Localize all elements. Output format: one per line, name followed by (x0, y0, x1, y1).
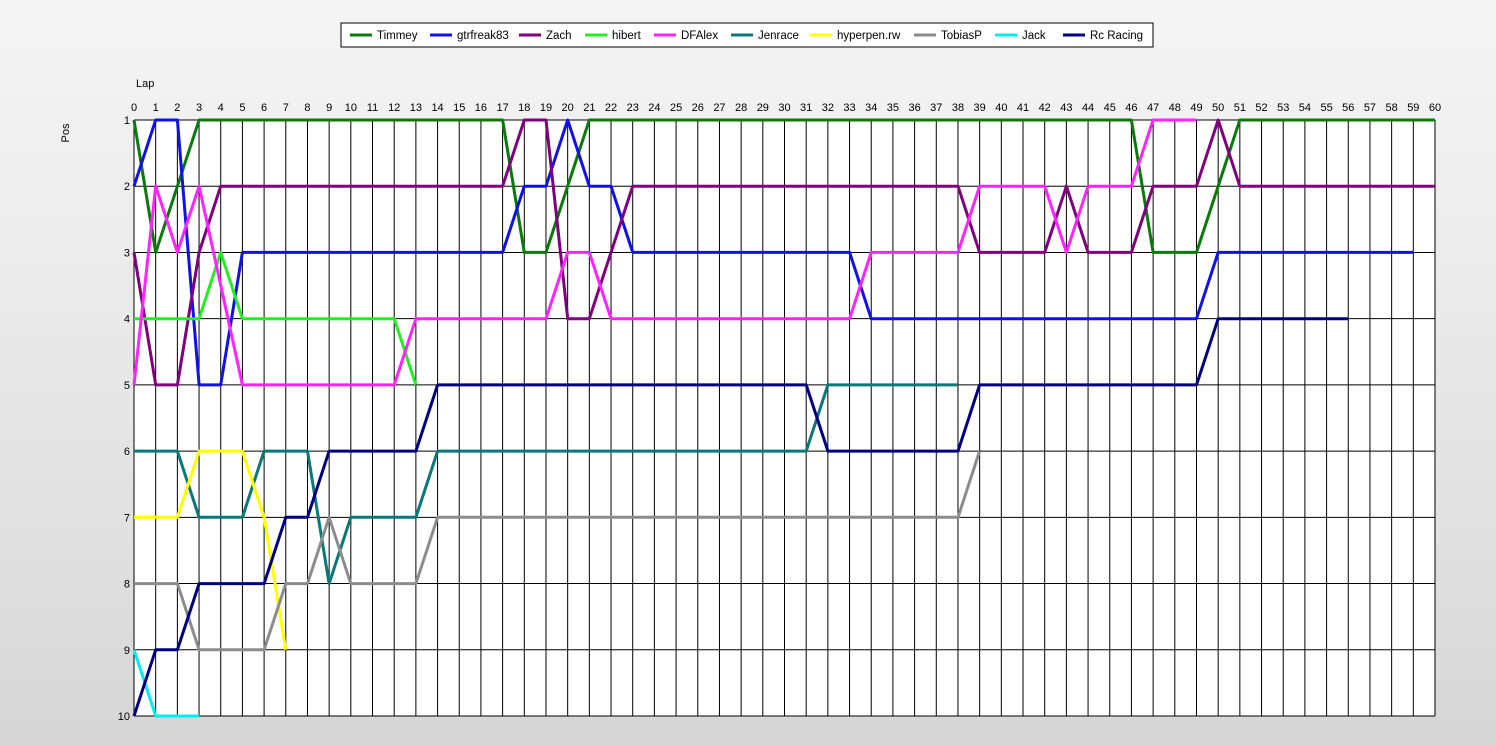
x-tick-label-46: 46 (1125, 102, 1137, 114)
x-tick-label-16: 16 (475, 102, 487, 114)
x-tick-label-52: 52 (1255, 102, 1267, 114)
x-tick-label-1: 1 (153, 102, 159, 114)
legend: Timmey gtrfreak83 Zach hibert DFAlex Jenrace h… (340, 22, 1154, 48)
x-tick-label-29: 29 (757, 102, 769, 114)
legend-label-5: Jenrace (758, 30, 799, 42)
legend-label-3: hibert (612, 30, 642, 42)
x-tick-label-6: 6 (261, 102, 267, 114)
x-tick-label-18: 18 (518, 102, 530, 114)
x-tick-label-38: 38 (952, 102, 964, 114)
x-tick-label-0: 0 (131, 102, 137, 114)
x-tick-label-19: 19 (540, 102, 552, 114)
x-tick-label-2: 2 (174, 102, 180, 114)
x-tick-label-28: 28 (735, 102, 747, 114)
x-tick-label-34: 34 (865, 102, 877, 114)
x-tick-label-5: 5 (239, 102, 245, 114)
x-tick-label-7: 7 (283, 102, 289, 114)
x-tick-label-30: 30 (778, 102, 790, 114)
y-axis-label: Pos (60, 123, 72, 142)
x-tick-label-21: 21 (583, 102, 595, 114)
x-tick-label-23: 23 (627, 102, 639, 114)
legend-label-4: DFAlex (681, 30, 718, 42)
x-tick-label-42: 42 (1039, 102, 1051, 114)
y-tick-label-0: 1 (124, 115, 130, 127)
x-tick-label-50: 50 (1212, 102, 1224, 114)
x-tick-label-24: 24 (648, 102, 660, 114)
x-axis-label: Lap (136, 78, 154, 90)
x-tick-label-57: 57 (1364, 102, 1376, 114)
x-tick-label-53: 53 (1277, 102, 1289, 114)
x-tick-label-37: 37 (930, 102, 942, 114)
x-tick-label-59: 59 (1407, 102, 1419, 114)
x-tick-label-25: 25 (670, 102, 682, 114)
y-tick-label-4: 5 (124, 380, 130, 392)
x-tick-label-20: 20 (562, 102, 574, 114)
x-tick-label-13: 13 (410, 102, 422, 114)
x-tick-label-26: 26 (692, 102, 704, 114)
legend-label-0: Timmey (377, 30, 418, 42)
x-tick-label-49: 49 (1190, 102, 1202, 114)
x-tick-labels: 0 1 2 3 4 5 6 7 8 9 10 11 12 13 14 15 16 17 18 19 20 21 22 23 24… (131, 102, 1441, 114)
legend-label-7: TobiasP (941, 30, 982, 42)
x-tick-label-17: 17 (496, 102, 508, 114)
x-tick-label-51: 51 (1234, 102, 1246, 114)
y-tick-label-5: 6 (124, 446, 130, 458)
legend-label-9: Rc Racing (1090, 30, 1143, 42)
x-tick-label-27: 27 (713, 102, 725, 114)
y-tick-labels: 1 2 3 4 5 6 7 8 9 10 (118, 115, 130, 723)
legend-label-1: gtrfreak83 (457, 30, 509, 42)
x-tick-label-32: 32 (822, 102, 834, 114)
x-tick-label-58: 58 (1386, 102, 1398, 114)
x-tick-label-45: 45 (1104, 102, 1116, 114)
x-tick-label-4: 4 (218, 102, 224, 114)
race-position-chart: 0 1 2 3 4 5 6 7 8 9 10 11 12 13 14 15 16 17 18 19 20 21 22 23 24… (60, 22, 1441, 723)
y-tick-label-1: 2 (124, 181, 130, 193)
x-tick-label-36: 36 (908, 102, 920, 114)
x-tick-label-47: 47 (1147, 102, 1159, 114)
x-tick-label-11: 11 (367, 102, 378, 114)
x-tick-label-33: 33 (843, 102, 855, 114)
y-tick-label-3: 4 (124, 314, 130, 326)
y-tick-label-9: 10 (118, 711, 130, 723)
x-tick-label-39: 39 (974, 102, 986, 114)
y-tick-label-7: 8 (124, 579, 130, 591)
x-tick-label-56: 56 (1342, 102, 1354, 114)
vertical-gridlines (133, 120, 1436, 716)
x-tick-label-14: 14 (431, 102, 443, 114)
x-tick-label-10: 10 (345, 102, 357, 114)
y-tick-label-8: 9 (124, 645, 130, 657)
x-tick-label-35: 35 (887, 102, 899, 114)
x-tick-label-12: 12 (388, 102, 400, 114)
x-tick-label-43: 43 (1060, 102, 1072, 114)
y-tick-label-6: 7 (124, 512, 130, 524)
x-tick-label-60: 60 (1429, 102, 1441, 114)
x-tick-label-15: 15 (453, 102, 465, 114)
x-tick-label-40: 40 (995, 102, 1007, 114)
x-tick-label-41: 41 (1017, 102, 1029, 114)
x-tick-label-8: 8 (304, 102, 310, 114)
y-tick-label-2: 3 (124, 247, 130, 259)
x-tick-label-48: 48 (1169, 102, 1181, 114)
x-tick-label-55: 55 (1320, 102, 1332, 114)
legend-label-6: hyperpen.rw (837, 30, 901, 42)
x-tick-label-44: 44 (1082, 102, 1094, 114)
legend-label-8: Jack (1022, 30, 1046, 42)
x-tick-label-54: 54 (1299, 102, 1311, 114)
legend-label-2: Zach (546, 30, 572, 42)
x-tick-label-3: 3 (196, 102, 202, 114)
x-tick-label-31: 31 (800, 102, 812, 114)
x-tick-label-22: 22 (605, 102, 617, 114)
x-tick-label-9: 9 (326, 102, 332, 114)
